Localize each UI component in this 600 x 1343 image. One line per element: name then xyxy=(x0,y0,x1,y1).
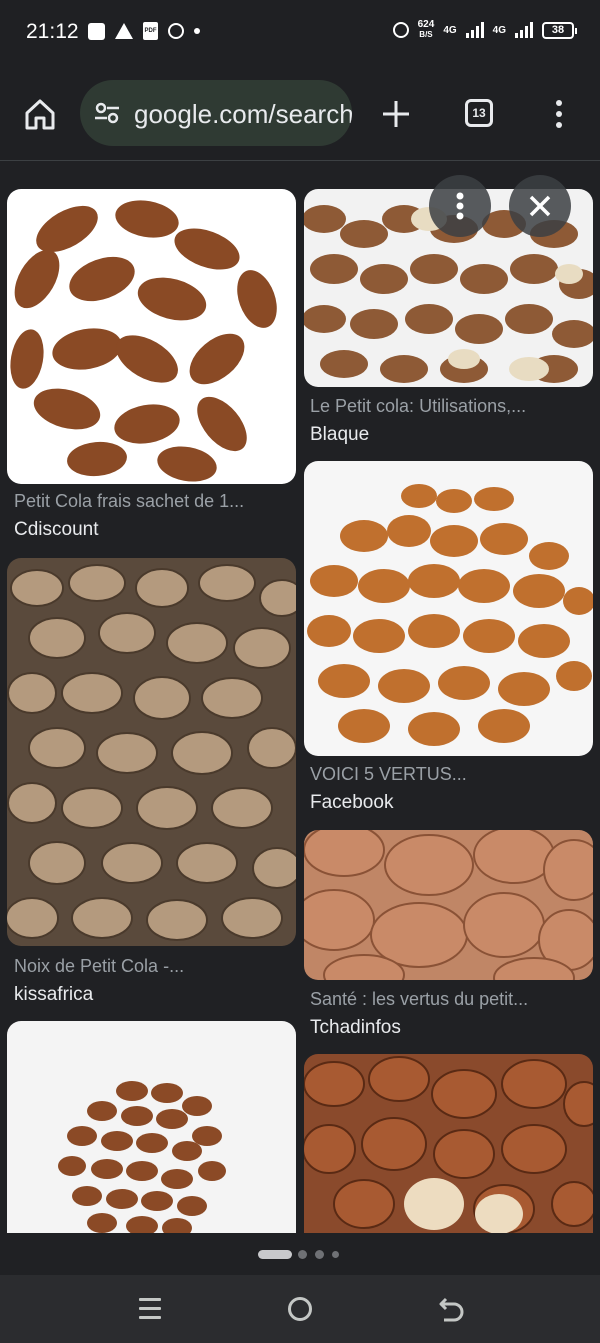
page-indicator-dot xyxy=(315,1250,324,1259)
kola-nuts-image xyxy=(307,484,593,746)
tab-switcher-icon[interactable]: 13 xyxy=(465,99,493,127)
tab-count: 13 xyxy=(472,106,486,120)
page-indicator-dot xyxy=(332,1251,339,1258)
result-source[interactable]: kissafrica xyxy=(14,984,93,1006)
home-icon[interactable] xyxy=(22,96,58,132)
result-title[interactable]: Le Petit cola: Utilisations,... xyxy=(310,396,595,417)
close-icon xyxy=(529,195,551,217)
signal-icon xyxy=(515,22,533,38)
result-source[interactable]: Cdiscount xyxy=(14,519,99,541)
back-icon[interactable] xyxy=(438,1295,464,1323)
notification-icons: PDF xyxy=(88,22,200,40)
site-settings-icon[interactable] xyxy=(94,101,120,125)
page-indicator-dot xyxy=(298,1250,307,1259)
kola-nuts-image xyxy=(304,1056,593,1233)
battery-level: 38 xyxy=(551,23,565,36)
system-icons: 624 B/S 4G 4G 38 xyxy=(392,20,577,40)
result-image[interactable] xyxy=(7,558,296,946)
result-image[interactable] xyxy=(304,1054,593,1233)
home-circle-icon[interactable] xyxy=(288,1297,312,1321)
result-title[interactable]: Noix de Petit Cola -... xyxy=(14,956,294,977)
recents-icon[interactable] xyxy=(139,1298,161,1320)
image-results-grid: Petit Cola frais sachet de 1... Cdiscoun… xyxy=(0,161,600,1233)
more-vert-icon xyxy=(456,192,464,220)
browser-toolbar: google.com/search 13 xyxy=(0,68,600,161)
result-title[interactable]: Petit Cola frais sachet de 1... xyxy=(14,491,294,512)
kola-nuts-image xyxy=(10,200,277,482)
system-nav-bar xyxy=(0,1275,600,1343)
result-source[interactable]: Blaque xyxy=(310,424,369,446)
overflow-menu-icon[interactable] xyxy=(551,96,567,132)
status-bar: 21:12 PDF 624 B/S 4G 4G 38 xyxy=(0,0,600,68)
result-image[interactable] xyxy=(304,461,593,756)
url-text[interactable]: google.com/search xyxy=(134,99,352,130)
alarm-icon xyxy=(392,22,409,38)
status-time: 21:12 xyxy=(26,20,79,43)
result-image[interactable] xyxy=(304,830,593,980)
new-tab-plus-icon[interactable] xyxy=(380,98,412,130)
notification-square-icon xyxy=(88,22,105,40)
warning-icon xyxy=(115,23,133,39)
battery-icon: 38 xyxy=(542,21,577,39)
whatsapp-icon xyxy=(168,23,184,39)
close-button[interactable] xyxy=(509,175,571,237)
result-source[interactable]: Facebook xyxy=(310,792,393,814)
net-speed-value: 624 xyxy=(417,19,435,30)
network-type-2: 4G xyxy=(492,24,506,36)
kola-nuts-image xyxy=(304,830,593,980)
result-title[interactable]: Santé : les vertus du petit... xyxy=(310,989,595,1010)
kola-nuts-image xyxy=(7,564,296,941)
network-type-1: 4G xyxy=(443,24,457,36)
result-image[interactable] xyxy=(7,189,296,484)
pdf-icon: PDF xyxy=(143,22,158,40)
page-indicator-active xyxy=(258,1250,292,1259)
result-title[interactable]: VOICI 5 VERTUS... xyxy=(310,764,595,785)
url-bar[interactable]: google.com/search xyxy=(80,80,352,146)
result-source[interactable]: Tchadinfos xyxy=(310,1017,401,1039)
net-speed-unit: B/S xyxy=(419,30,433,39)
more-options-button[interactable] xyxy=(429,175,491,237)
signal-icon xyxy=(465,22,484,38)
net-speed: 624 B/S xyxy=(418,20,435,40)
page-indicator xyxy=(0,1233,600,1275)
kola-nuts-image xyxy=(58,1081,226,1233)
result-image[interactable] xyxy=(7,1021,296,1233)
dot-icon xyxy=(194,28,200,34)
